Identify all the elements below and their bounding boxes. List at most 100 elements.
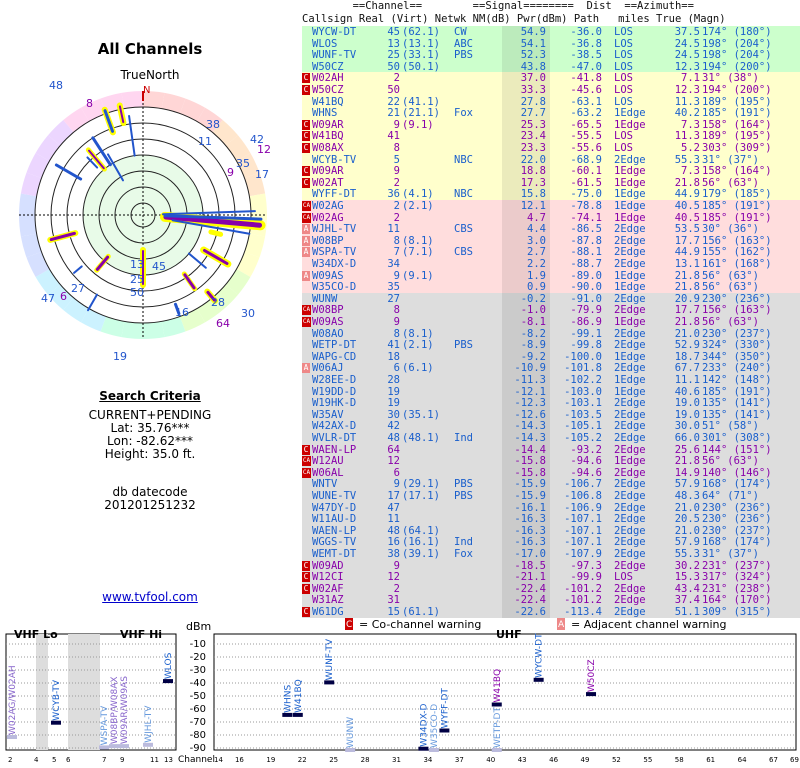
polar-label: 38 [206,118,220,131]
cell-path: 2Edge [614,304,646,317]
table-row[interactable]: W47DY-D 47 -16.1 -106.9 2Edge 21.0 230° (236°) [302,501,800,514]
uhf-tick-label: 16 [235,756,244,764]
table-row[interactable]: W08AO 8 (8.1) -8.2 -99.1 2Edge 21.0 230° (237°) [302,327,800,340]
cell-pwr: -75.0 [570,188,602,201]
table-row[interactable]: WYFF-DT 36 (4.1) NBC 15.8 -75.0 1Edge 44.9 179° … [302,188,800,201]
table-row[interactable]: CA W09AS 9 -8.1 -86.9 1Edge 21.8 56° (63°) [302,316,800,328]
polar-label: 48 [49,80,63,92]
table-row[interactable]: CA W02AG 2 (2.1) 12.1 -78.8 1Edge 40.5 185° (191… [302,200,800,212]
cell-net [454,386,488,398]
cell-real: 64 [387,443,400,456]
cell-path: 2Edge [614,548,646,560]
cell-net [454,165,488,177]
table-row[interactable]: C W09AR 9 (9.1) 25.3 -65.5 1Edge 7.3 158° (164°) [302,118,800,131]
table-row[interactable]: C W41BQ 41 23.4 -55.5 LOS 11.3 189° (195°) [302,130,800,143]
cell-dist: 53.5 [674,223,700,236]
cell-real: 50 [387,60,400,73]
table-row[interactable]: WUNW 27 -0.2 -91.0 2Edge 20.9 230° (236°) [302,292,800,305]
table-row[interactable]: W35CO-D 35 0.9 -90.0 1Edge 21.8 56° (63°) [302,281,800,294]
table-row[interactable]: WLOS 13 (13.1) ABC 54.1 -36.8 LOS 24.5 198° (204… [302,37,800,50]
site-link[interactable]: www.tvfool.com [0,590,300,604]
cell-path: 1Edge [614,176,646,189]
cell-pwr: -45.6 [570,84,602,96]
table-row[interactable]: C WAEN-LP 64 -14.4 -93.2 2Edge 25.6 144° (151°) [302,443,800,456]
cell-path: 2Edge [614,223,646,236]
table-row[interactable]: WUNE-TV 17 (17.1) PBS -15.9 -106.8 2Edge 48.3 64… [302,490,800,502]
table-row[interactable]: WUNF-TV 25 (33.1) PBS 52.3 -38.5 LOS 24.5 198° (… [302,49,800,62]
cell-dist: 21.8 [674,316,700,328]
table-row[interactable]: W42AX-D 42 -14.3 -105.1 2Edge 30.0 51° (58°) [302,420,800,433]
table-row[interactable]: WAPG-CD 18 -9.2 -100.0 1Edge 18.7 344° (350°) [302,350,800,363]
table-row[interactable]: W35AV 30 (35.1) -12.6 -103.5 2Edge 19.0 135° (1… [302,408,800,421]
table-row[interactable]: C W02AF 2 -22.4 -101.2 2Edge 43.4 231° (238°) [302,582,800,595]
table-row[interactable]: W28EE-D 28 -11.3 -102.2 1Edge 11.1 142° (148°) [302,374,800,386]
cell-virt [402,420,448,432]
table-row[interactable]: A WSPA-TV 7 (7.1) CBS 2.7 -88.1 2Edge 44.9 155° (… [302,246,800,259]
polar-label: 27 [71,282,85,295]
table-row[interactable]: WHNS 21 (21.1) Fox 27.7 -63.2 1Edge 40.2 185° (1… [302,107,800,120]
table-row[interactable]: CA W08BP 8 -1.0 -79.9 2Edge 17.7 156° (163°) [302,304,800,317]
table-row[interactable]: W19DD-D 19 -12.1 -103.0 1Edge 40.6 185° (191°) [302,385,800,398]
table-row[interactable]: W41BQ 22 (41.1) 27.8 -63.1 LOS 11.3 189° (195°) [302,95,800,108]
cell-real: 9 [393,165,400,178]
table-row[interactable]: A W09AS 9 (9.1) 1.9 -89.0 1Edge 21.8 56° (63°) [302,269,800,282]
cell-path: LOS [614,72,633,85]
table-row[interactable]: W34DX-D 34 2.2 -88.7 2Edge 13.1 161° (168°) [302,258,800,270]
table-row[interactable]: C W02AT 2 17.3 -61.5 1Edge 21.8 56° (63°) [302,176,800,189]
cell-az: 230° (237°) [702,327,772,340]
table-row[interactable]: WEMT-DT 38 (39.1) Fox -17.0 -107.9 2Edge 55.3 31… [302,548,800,560]
table-row[interactable]: C W02AH 2 37.0 -41.8 LOS 7.1 31° (38°) [302,72,800,85]
table-row[interactable]: C W50CZ 50 33.3 -45.6 LOS 12.3 194° (200°) [302,84,800,96]
table-row[interactable]: A WJHL-TV 11 CBS 4.4 -86.5 2Edge 53.5 30° (36°) [302,223,800,236]
cell-path: 1Edge [614,374,646,386]
table-row[interactable]: W50CZ 50 (50.1) 43.8 -47.0 LOS 12.3 194° (200°) [302,60,800,73]
cell-real: 48 [387,432,400,444]
table-row[interactable]: WGGS-TV 16 (16.1) Ind -16.3 -107.1 2Edge 57.9 16… [302,536,800,549]
vhf-gap [36,634,48,750]
table-row[interactable]: CA W12AU 12 -15.8 -94.6 1Edge 21.8 56° (63°) [302,455,800,468]
table-row[interactable]: C W09AR 9 18.8 -60.1 1Edge 7.3 158° (164°) [302,165,800,178]
polar-label: 28 [211,296,225,309]
table-row[interactable]: C W08AX 8 23.3 -55.6 LOS 5.2 303° (309°) [302,142,800,154]
cell-nm: -16.3 [514,524,546,537]
cell-pwr: -107.1 [564,513,602,526]
table-row[interactable]: WVLR-DT 48 (48.1) Ind -14.3 -105.2 2Edge 66.0 30… [302,432,800,444]
table-row[interactable]: CA W06AL 6 -15.8 -94.6 2Edge 14.9 140° (146°) [302,466,800,479]
cell-dist: 21.0 [674,327,700,340]
cell-net [454,258,488,270]
cell-net [454,362,488,374]
vhf-station-label: WCYB-TV [52,679,62,721]
warning-badge: C [302,73,310,84]
cell-nm: -11.3 [514,374,546,386]
cell-virt [402,467,448,479]
cell-net [454,293,488,305]
cell-az: 158° (164°) [702,118,772,131]
table-row[interactable]: W11AU-D 11 -16.3 -107.1 2Edge 20.5 230° (236°) [302,513,800,526]
cell-dist: 21.8 [674,176,700,189]
uhf-tick-label: 55 [643,756,652,764]
vhf-lo-label: VHF Lo [14,628,58,641]
uhf-tick-label: 67 [769,756,778,764]
station-table: ==Channel== ==Signal======== Dist ==Azim… [302,0,800,618]
table-row[interactable]: A W08BP 8 (8.1) 3.0 -87.8 2Edge 17.7 156° (163°) [302,234,800,247]
table-row[interactable]: WYCW-DT 45 (62.1) CW 54.9 -36.0 LOS 37.5 174° (1… [302,26,800,38]
table-row[interactable]: WETP-DT 41 (2.1) PBS -8.9 -99.8 2Edge 52.9 324° … [302,339,800,352]
cell-nm: -1.0 [520,304,546,317]
cell-real: 25 [387,49,400,62]
table-row[interactable]: W19HK-D 19 -12.3 -103.1 2Edge 19.0 135° (141°) [302,397,800,410]
cell-path: LOS [614,37,633,50]
table-row[interactable]: WNTV 9 (29.1) PBS -15.9 -106.7 2Edge 57.9 168° (… [302,478,800,491]
cell-virt [402,258,448,270]
table-row[interactable]: W31AZ 31 -22.4 -101.2 2Edge 37.4 164° (170°) [302,594,800,607]
cell-real: 21 [387,107,400,120]
table-row[interactable]: WAEN-LP 48 (64.1) -16.3 -107.1 2Edge 21.0 230° … [302,524,800,537]
table-row[interactable]: C W12CI 12 -21.1 -99.9 LOS 15.3 317° (324°) [302,571,800,584]
table-row[interactable]: WCYB-TV 5 NBC 22.0 -68.9 2Edge 55.3 31° (37°) [302,153,800,166]
cell-nm: -16.3 [514,513,546,526]
table-row[interactable]: A W06AJ 6 (6.1) -10.9 -101.8 2Edge 67.7 233° (24… [302,362,800,375]
cell-call: WNTV [312,478,338,491]
cell-nm: 2.7 [527,246,546,259]
table-row[interactable]: CA W02AG 2 4.7 -74.1 1Edge 40.5 185° (191°) [302,211,800,224]
table-row[interactable]: C W09AD 9 -18.5 -97.3 2Edge 30.2 231° (237°) [302,559,800,572]
cell-pwr: -103.1 [564,397,602,410]
